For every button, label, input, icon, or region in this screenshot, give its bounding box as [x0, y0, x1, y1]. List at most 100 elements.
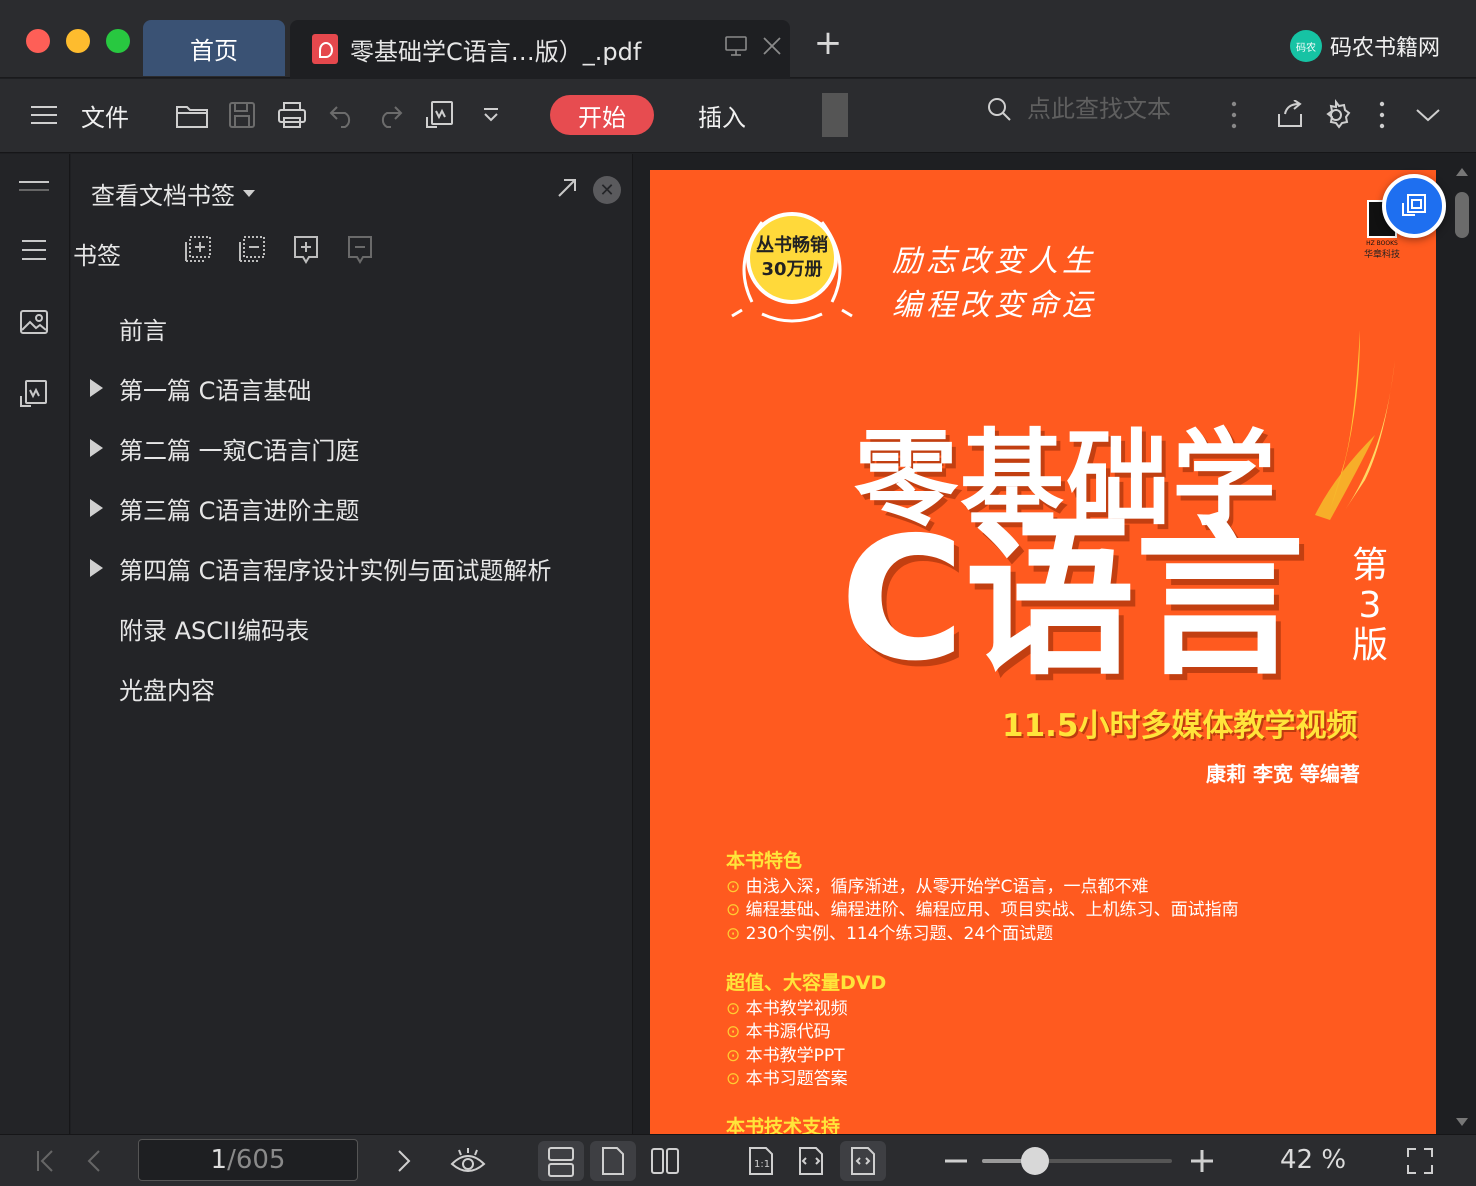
bookmark-item-label: 附录 ASCII编码表 [119, 616, 310, 645]
pdf-file-icon [312, 34, 338, 64]
brand-logo-icon: 码农 [1289, 30, 1322, 62]
undo-icon[interactable] [322, 93, 362, 137]
chevron-down-icon[interactable] [1410, 93, 1446, 137]
bookmark-item[interactable]: 光盘内容 [71, 658, 633, 718]
zoom-out-icon[interactable] [940, 1141, 972, 1181]
more-dropdown-icon[interactable] [474, 93, 508, 137]
features-section: 本书特色 由浅入深，循序渐进，从零开始学C语言，一点都不难 编程基础、编程进阶、… [726, 850, 1239, 946]
cover-slogan: 励志改变人生 编程改变命运 [892, 240, 1096, 328]
tab-start[interactable]: 开始 [550, 95, 654, 135]
export-file-icon[interactable] [16, 376, 52, 412]
scroll-down-arrow[interactable] [1456, 1118, 1468, 1126]
delete-bookmark-icon[interactable] [345, 234, 375, 266]
tab-document[interactable]: 零基础学C语言…版）_.pdf [290, 20, 790, 78]
expand-arrow-icon[interactable] [71, 379, 119, 397]
close-panel-button[interactable]: ✕ [593, 176, 621, 204]
redo-icon[interactable] [370, 93, 410, 137]
scrollbar-thumb[interactable] [1455, 192, 1469, 238]
scroll-up-arrow[interactable] [1456, 168, 1468, 176]
bookmark-item-label: 第三篇 C语言进阶主题 [119, 496, 360, 525]
bookmark-item[interactable]: 前言 [71, 298, 633, 358]
new-tab-button[interactable]: + [812, 26, 844, 60]
maximize-window-button[interactable] [106, 29, 130, 53]
bookmark-item[interactable]: 第三篇 C语言进阶主题 [71, 478, 633, 538]
eye-protection-icon[interactable] [446, 1141, 490, 1181]
bookmark-panel-title: 查看文档书签 [91, 182, 235, 210]
cover-edition: 第3版 [1351, 545, 1388, 666]
pin-panel-icon[interactable] [555, 176, 583, 204]
bookmark-panel: 查看文档书签 ✕ 书签 前言 第一篇 C语言基础 第二篇 一窥C语言门庭 第三篇 [71, 154, 633, 1134]
tab-home[interactable]: 首页 [143, 20, 285, 76]
close-window-button[interactable] [26, 29, 50, 53]
status-bar: 1/605 1:1 42 % [0, 1134, 1476, 1186]
close-tab-icon[interactable] [754, 35, 790, 63]
file-menu-label: 文件 [81, 103, 129, 132]
sales-badge: 丛书畅销 30万册 [731, 208, 853, 323]
bookmark-item[interactable]: 第一篇 C语言基础 [71, 358, 633, 418]
dvd-section: 超值、大容量DVD 本书教学视频 本书源代码 本书教学PPT 本书习题答案 [726, 972, 886, 1092]
expand-arrow-icon[interactable] [71, 499, 119, 517]
bookmark-item-label: 第一篇 C语言基础 [119, 376, 312, 405]
tab-start-label: 开始 [578, 103, 626, 132]
vertical-dots-icon[interactable] [1224, 93, 1244, 137]
pdf-page-cover: 丛书畅销 30万册 励志改变人生 编程改变命运 HZ BOOKS 华章科技 零基… [650, 170, 1436, 1140]
add-bookmark-icon[interactable] [183, 234, 213, 266]
zoom-slider-handle[interactable] [1021, 1147, 1049, 1175]
export-icon[interactable] [420, 93, 460, 137]
search-box[interactable] [985, 95, 1227, 123]
new-bookmark-icon[interactable] [291, 234, 321, 266]
dvd-title: 超值、大容量DVD [726, 972, 887, 994]
publisher-sub: HZ BOOKS [1366, 240, 1398, 247]
collapse-bookmarks-icon[interactable] [237, 234, 267, 266]
brand-name: 码农书籍网 [1329, 36, 1440, 61]
thumbnails-image-icon[interactable] [16, 304, 52, 340]
fit-width-icon[interactable] [840, 1141, 886, 1181]
zoom-level[interactable]: 42 % [1280, 1145, 1346, 1175]
bookmark-list-icon[interactable] [16, 232, 52, 268]
vertical-scrollbar[interactable] [1454, 166, 1470, 1126]
page-number-field[interactable]: 1/605 [138, 1139, 358, 1181]
caret-down-icon [243, 190, 255, 197]
continuous-scroll-icon[interactable] [538, 1141, 584, 1181]
publisher-text: 华章科技 [1364, 250, 1401, 260]
expand-arrow-icon[interactable] [71, 559, 119, 577]
brand[interactable]: 码农 码农书籍网 [1289, 30, 1440, 62]
search-input[interactable] [1027, 95, 1227, 123]
open-folder-icon[interactable] [172, 93, 212, 137]
floating-convert-button[interactable] [1382, 174, 1446, 238]
single-page-icon[interactable] [590, 1141, 636, 1181]
toolbar-scroll-handle[interactable] [822, 93, 848, 137]
document-view[interactable]: 丛书畅销 30万册 励志改变人生 编程改变命运 HZ BOOKS 华章科技 零基… [634, 154, 1476, 1140]
first-page-icon[interactable] [28, 1141, 64, 1181]
settings-gear-icon[interactable] [1318, 93, 1354, 137]
fullscreen-icon[interactable] [1400, 1141, 1440, 1181]
file-menu[interactable]: 文件 [78, 93, 132, 137]
bookmark-item[interactable]: 第四篇 C语言程序设计实例与面试题解析 [71, 538, 633, 598]
bookmark-item[interactable]: 第二篇 一窥C语言门庭 [71, 418, 633, 478]
minimize-window-button[interactable] [66, 29, 90, 53]
actual-size-icon[interactable]: 1:1 [738, 1141, 784, 1181]
fit-page-icon[interactable] [788, 1141, 834, 1181]
more-options-icon[interactable] [1372, 93, 1392, 137]
cover-authors: 康莉 李宽 等编著 [1206, 762, 1360, 786]
slogan-line1: 励志改变人生 [892, 244, 1096, 279]
zoom-in-icon[interactable] [1186, 1141, 1218, 1181]
print-icon[interactable] [272, 93, 312, 137]
save-icon[interactable] [222, 93, 262, 137]
expand-arrow-icon[interactable] [71, 439, 119, 457]
previous-page-icon[interactable] [76, 1141, 112, 1181]
tab-insert[interactable]: 插入 [684, 95, 760, 135]
bookmark-item[interactable]: 附录 ASCII编码表 [71, 598, 633, 658]
bookmark-item-label: 前言 [119, 316, 167, 345]
monitor-icon[interactable] [718, 35, 754, 63]
share-icon[interactable] [1272, 93, 1308, 137]
next-page-icon[interactable] [386, 1141, 422, 1181]
bookmark-panel-header[interactable]: 查看文档书签 [91, 176, 255, 211]
two-page-icon[interactable] [642, 1141, 688, 1181]
bookmark-item-label: 第二篇 一窥C语言门庭 [119, 436, 360, 465]
zoom-slider[interactable] [982, 1147, 1172, 1175]
title-bar: 首页 零基础学C语言…版）_.pdf + 码农 码农书籍网 [0, 0, 1476, 78]
feature-item: 由浅入深，循序渐进，从零开始学C语言，一点都不难 [726, 876, 1239, 900]
hamburger-menu-icon[interactable] [26, 93, 62, 137]
collapse-panel-icon[interactable] [16, 168, 52, 204]
